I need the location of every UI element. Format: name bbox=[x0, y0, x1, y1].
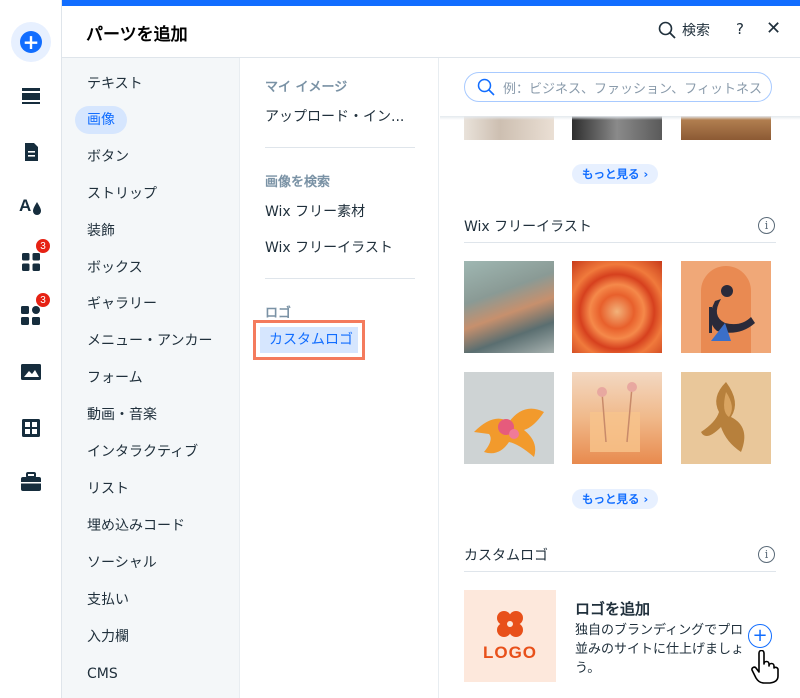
help-button[interactable]: ? bbox=[736, 20, 744, 38]
logo-heading: ロゴ bbox=[265, 306, 292, 321]
portfolio-icon bbox=[21, 472, 41, 491]
layout-button[interactable] bbox=[11, 76, 51, 116]
custom-logo-section-title: カスタムロゴ bbox=[464, 548, 548, 564]
section-divider bbox=[464, 571, 776, 572]
business-icon bbox=[21, 306, 40, 325]
business-badge: 3 bbox=[35, 292, 51, 308]
subcategory-list: マイ イメージ アップロード・イン... 画像を検索 Wix フリー素材 Wix… bbox=[241, 58, 439, 698]
show-more-button[interactable]: もっと見る › bbox=[572, 489, 659, 509]
panel-title: パーツを追加 bbox=[86, 25, 188, 45]
add-logo-button[interactable]: + bbox=[748, 624, 772, 648]
info-icon[interactable]: i bbox=[758, 217, 775, 234]
divider bbox=[265, 147, 415, 148]
category-list: テキスト 画像 ボタン ストリップ 装飾 ボックス ギャラリー メニュー・アンカ… bbox=[62, 58, 240, 698]
search-icon bbox=[477, 78, 495, 96]
image-search-input[interactable]: 例：ビジネス、ファッション、フィットネス bbox=[464, 72, 772, 102]
show-more-button[interactable]: もっと見る › bbox=[572, 164, 659, 184]
category-gallery[interactable]: ギャラリー bbox=[75, 290, 169, 318]
logo-text: LOGO bbox=[482, 643, 538, 662]
category-embed-code[interactable]: 埋め込みコード bbox=[75, 512, 197, 540]
logo-clover-icon bbox=[497, 611, 523, 637]
design-button[interactable]: A bbox=[11, 186, 51, 226]
category-interactive[interactable]: インタラクティブ bbox=[75, 438, 210, 466]
scroll-shadow bbox=[440, 116, 800, 120]
category-strip[interactable]: ストリップ bbox=[75, 180, 169, 208]
info-icon[interactable]: i bbox=[758, 546, 775, 563]
search-placeholder: 例：ビジネス、ファッション、フィットネス bbox=[503, 81, 762, 97]
yoga-figure-illustration bbox=[701, 266, 755, 353]
portfolio-button[interactable] bbox=[11, 462, 51, 502]
add-logo-description: 独自のブランディングでプロ並みのサイトに仕上げましょう。 bbox=[575, 623, 745, 676]
category-input[interactable]: 入力欄 bbox=[75, 623, 141, 651]
section-divider bbox=[464, 242, 776, 243]
category-box[interactable]: ボックス bbox=[75, 254, 155, 282]
category-form[interactable]: フォーム bbox=[75, 364, 155, 392]
header-search-label: 検索 bbox=[682, 23, 710, 39]
illustration-thumbnail[interactable] bbox=[464, 261, 554, 353]
my-images-heading: マイ イメージ bbox=[265, 80, 348, 95]
content-panel: 例：ビジネス、ファッション、フィットネス もっと見る › Wix フリーイラスト… bbox=[440, 58, 800, 698]
abstract-shape-illustration bbox=[701, 382, 745, 452]
custom-logo-highlight: カスタムロゴ bbox=[253, 320, 365, 360]
add-elements-panel: + A 3 3 パーツを追加 検索 ? ✕ テキスト 画像 ボタン ストリップ … bbox=[0, 0, 800, 698]
illustration-thumbnail[interactable] bbox=[572, 372, 662, 464]
media-icon bbox=[21, 364, 41, 380]
svg-text:A: A bbox=[19, 196, 31, 215]
illustration-thumbnail[interactable] bbox=[681, 261, 771, 353]
illustration-thumbnail[interactable] bbox=[681, 372, 771, 464]
free-media-item[interactable]: Wix フリー素材 bbox=[265, 201, 365, 221]
hand-cursor-icon bbox=[751, 650, 779, 684]
close-button[interactable]: ✕ bbox=[766, 18, 781, 39]
business-button[interactable]: 3 bbox=[11, 292, 51, 336]
panel-header: パーツを追加 検索 ? ✕ bbox=[62, 6, 800, 58]
category-payment[interactable]: 支払い bbox=[75, 586, 141, 614]
category-text[interactable]: テキスト bbox=[75, 70, 155, 98]
apps-badge: 3 bbox=[35, 238, 51, 254]
category-decorative[interactable]: 装飾 bbox=[75, 217, 127, 245]
media-button[interactable] bbox=[11, 352, 51, 392]
left-toolbar: + A 3 3 bbox=[0, 0, 62, 698]
layout-icon bbox=[22, 88, 40, 104]
header-search-button[interactable]: 検索 bbox=[658, 20, 710, 40]
category-video-music[interactable]: 動画・音楽 bbox=[75, 401, 169, 429]
coral-illustration bbox=[474, 408, 544, 457]
category-list-item[interactable]: リスト bbox=[75, 475, 141, 503]
divider bbox=[265, 278, 415, 279]
custom-logo-item[interactable]: カスタムロゴ bbox=[260, 327, 358, 353]
free-illustration-item[interactable]: Wix フリーイラスト bbox=[265, 237, 393, 257]
illustration-thumbnail[interactable] bbox=[572, 261, 662, 353]
upload-item[interactable]: アップロード・イン... bbox=[265, 106, 404, 126]
flowers-illustration bbox=[590, 382, 640, 452]
search-images-heading: 画像を検索 bbox=[265, 175, 331, 190]
category-social[interactable]: ソーシャル bbox=[75, 549, 169, 577]
design-icon: A bbox=[19, 196, 41, 215]
add-elements-button[interactable]: + bbox=[11, 22, 51, 62]
add-icon: + bbox=[20, 31, 42, 53]
illustrations-section-title: Wix フリーイラスト bbox=[464, 219, 592, 235]
table-button[interactable] bbox=[11, 408, 51, 448]
category-menu-anchor[interactable]: メニュー・アンカー bbox=[75, 327, 224, 355]
add-logo-title: ロゴを追加 bbox=[575, 600, 651, 618]
apps-button[interactable]: 3 bbox=[11, 238, 51, 282]
pages-icon bbox=[25, 143, 38, 161]
table-icon bbox=[22, 419, 40, 437]
illustration-thumbnail[interactable] bbox=[464, 372, 554, 464]
search-icon bbox=[658, 21, 676, 39]
apps-icon bbox=[22, 253, 40, 271]
category-cms[interactable]: CMS bbox=[75, 660, 130, 688]
pages-button[interactable] bbox=[11, 132, 51, 172]
category-image[interactable]: 画像 bbox=[75, 106, 127, 134]
logo-thumbnail[interactable]: LOGO bbox=[464, 590, 556, 682]
category-button[interactable]: ボタン bbox=[75, 143, 141, 171]
